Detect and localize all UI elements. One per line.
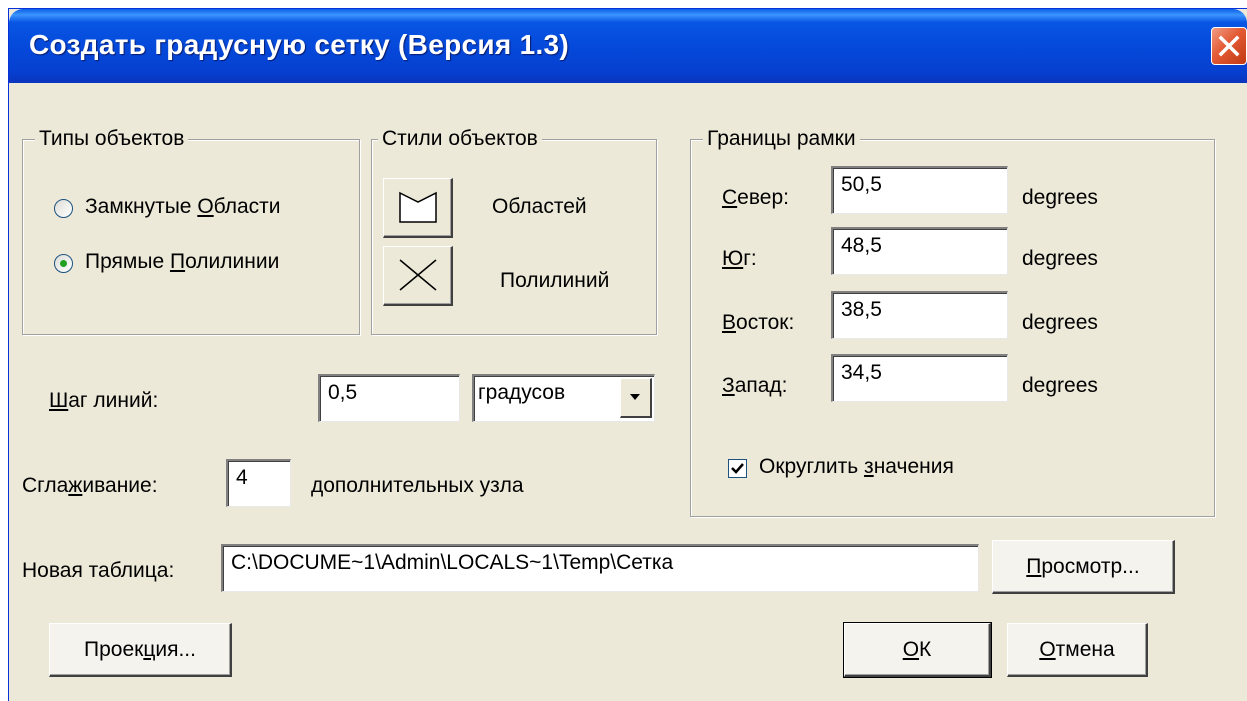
close-button[interactable] xyxy=(1211,27,1247,65)
object-types-group: Типы объектов xyxy=(22,127,360,335)
step-label: Шаг линий: xyxy=(49,389,159,412)
frame-bounds-legend: Границы рамки xyxy=(703,127,860,151)
smoothing-label: Сглаживание: xyxy=(22,474,158,497)
close-icon xyxy=(1218,35,1240,57)
radio-closed-regions[interactable] xyxy=(54,199,73,218)
round-values-checkbox[interactable] xyxy=(728,459,747,478)
dialog-window: Создать градусную сетку (Версия 1.3) Тип… xyxy=(8,8,1247,701)
dropdown-button[interactable] xyxy=(620,378,652,418)
west-label: Запад: xyxy=(722,374,788,397)
polyline-style-icon xyxy=(399,259,437,291)
east-input[interactable]: 38,5 xyxy=(831,291,1008,339)
north-unit: degrees xyxy=(1022,186,1098,209)
south-input[interactable]: 48,5 xyxy=(831,227,1008,275)
step-unit-value: градусов xyxy=(478,381,566,404)
projection-button[interactable]: Проекция... xyxy=(49,623,232,677)
object-types-legend: Типы объектов xyxy=(35,127,189,151)
east-unit: degrees xyxy=(1022,311,1098,334)
checkmark-icon xyxy=(731,463,744,474)
ok-button[interactable]: ОК xyxy=(843,622,992,678)
radio-straight-polylines[interactable] xyxy=(54,254,73,273)
new-table-path-input[interactable]: C:\DOCUME~1\Admin\LOCALS~1\Temp\Сетка xyxy=(221,544,979,592)
new-table-label: Новая таблица: xyxy=(22,559,175,582)
closed-regions-label[interactable]: Замкнутые Области xyxy=(85,195,281,219)
west-unit: degrees xyxy=(1022,374,1098,397)
polylines-style-label: Полилиний xyxy=(500,269,610,292)
south-unit: degrees xyxy=(1022,247,1098,270)
region-style-icon xyxy=(399,191,437,223)
dropdown-arrow-icon xyxy=(630,394,640,400)
cancel-button[interactable]: Отмена xyxy=(1007,623,1148,677)
step-unit-select[interactable]: градусов xyxy=(472,374,655,422)
regions-style-label: Областей xyxy=(492,195,587,218)
browse-button[interactable]: Просмотр... xyxy=(992,540,1175,594)
straight-polylines-label[interactable]: Прямые Полилинии xyxy=(85,250,279,274)
polyline-style-button[interactable] xyxy=(383,246,453,306)
north-label: Север: xyxy=(722,186,789,209)
radio-selected-dot xyxy=(60,260,67,267)
object-styles-legend: Стили объектов xyxy=(378,127,542,151)
east-label: Восток: xyxy=(722,311,795,334)
south-label: Юг: xyxy=(722,247,757,270)
smoothing-suffix: дополнительных узла xyxy=(311,474,524,497)
window-title: Создать градусную сетку (Версия 1.3) xyxy=(29,29,570,60)
region-style-button[interactable] xyxy=(383,178,453,238)
round-values-label[interactable]: Округлить значения xyxy=(759,455,954,479)
west-input[interactable]: 34,5 xyxy=(831,354,1008,402)
smoothing-input[interactable]: 4 xyxy=(226,459,291,507)
title-bar[interactable]: Создать градусную сетку (Версия 1.3) xyxy=(9,9,1247,83)
step-input[interactable]: 0,5 xyxy=(318,374,460,422)
north-input[interactable]: 50,5 xyxy=(831,166,1008,214)
